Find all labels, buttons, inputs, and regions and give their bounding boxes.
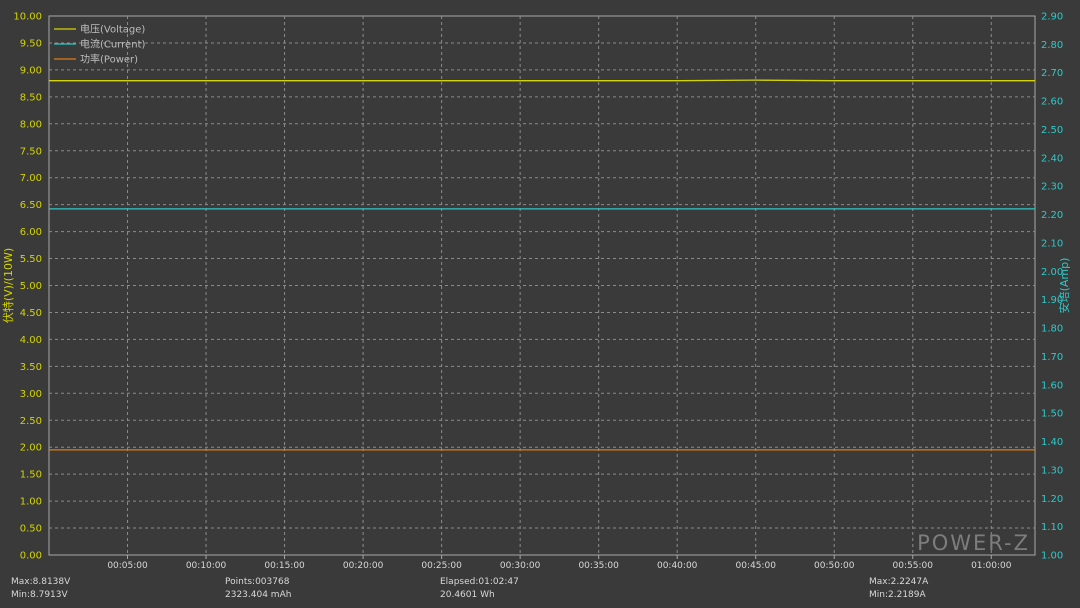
y-right-tick-label: 1.60 bbox=[1041, 380, 1063, 391]
point-count: Points:003768 bbox=[225, 577, 290, 587]
legend-label: 功率(Power) bbox=[80, 53, 138, 66]
elapsed-time: Elapsed:01:02:47 bbox=[440, 577, 519, 587]
y-left-tick-label: 1.00 bbox=[20, 497, 42, 508]
y-left-tick-label: 7.50 bbox=[20, 146, 42, 157]
x-tick-label: 00:20:00 bbox=[343, 561, 384, 571]
current-min: Min:2.2189A bbox=[869, 590, 926, 600]
y-right-tick-label: 2.70 bbox=[1041, 68, 1063, 79]
y-left-tick-label: 0.00 bbox=[20, 551, 42, 562]
y-right-tick-label: 2.60 bbox=[1041, 97, 1063, 108]
x-tick-label: 00:45:00 bbox=[736, 561, 777, 571]
y-left-tick-label: 10.00 bbox=[13, 12, 42, 23]
y-left-tick-label: 4.00 bbox=[20, 335, 42, 346]
y-left-tick-label: 8.00 bbox=[20, 119, 42, 130]
y-right-tick-label: 1.30 bbox=[1041, 465, 1063, 476]
voltage-max: Max:8.8138V bbox=[11, 577, 71, 587]
voltage-min: Min:8.7913V bbox=[11, 590, 68, 600]
legend-label: 电流(Current) bbox=[80, 38, 145, 51]
y-left-tick-label: 7.00 bbox=[20, 173, 42, 184]
y-right-tick-label: 2.20 bbox=[1041, 210, 1063, 221]
x-tick-label: 01:00:00 bbox=[971, 561, 1012, 571]
y-left-tick-label: 3.00 bbox=[20, 389, 42, 400]
y-left-tick-label: 9.50 bbox=[20, 38, 42, 49]
y-right-tick-label: 1.40 bbox=[1041, 437, 1063, 448]
x-tick-label: 00:35:00 bbox=[578, 561, 619, 571]
y-right-tick-label: 2.30 bbox=[1041, 182, 1063, 193]
point-stats: Points:003768 2323.404 mAh bbox=[225, 576, 291, 602]
y-right-tick-label: 2.10 bbox=[1041, 238, 1063, 249]
x-tick-label: 00:30:00 bbox=[500, 561, 541, 571]
x-tick-label: 00:10:00 bbox=[186, 561, 227, 571]
y-left-tick-label: 1.50 bbox=[20, 470, 42, 481]
y-right-tick-label: 1.50 bbox=[1041, 409, 1063, 420]
watermark-logo: POWER-Z bbox=[917, 531, 1030, 555]
energy-value: 20.4601 Wh bbox=[440, 590, 495, 600]
y-right-tick-label: 2.80 bbox=[1041, 40, 1063, 51]
y-left-tick-label: 2.50 bbox=[20, 416, 42, 427]
y-right-tick-label: 1.20 bbox=[1041, 494, 1063, 505]
y-left-tick-label: 4.50 bbox=[20, 308, 42, 319]
x-tick-label: 00:05:00 bbox=[107, 561, 148, 571]
y-right-tick-label: 2.40 bbox=[1041, 153, 1063, 164]
capacity-value: 2323.404 mAh bbox=[225, 590, 292, 600]
x-tick-label: 00:55:00 bbox=[893, 561, 934, 571]
y-left-tick-label: 5.00 bbox=[20, 281, 42, 292]
y-right-axis-title: 安培(Amp) bbox=[1057, 258, 1071, 314]
y-right-tick-label: 1.00 bbox=[1041, 551, 1063, 562]
y-left-tick-label: 3.50 bbox=[20, 362, 42, 373]
y-left-tick-label: 2.00 bbox=[20, 443, 42, 454]
y-left-tick-label: 8.50 bbox=[20, 92, 42, 103]
y-right-tick-label: 1.10 bbox=[1041, 522, 1063, 533]
y-left-tick-label: 6.50 bbox=[20, 200, 42, 211]
elapsed-stats: Elapsed:01:02:47 20.4601 Wh bbox=[440, 576, 519, 602]
y-right-tick-label: 1.80 bbox=[1041, 324, 1063, 335]
voltage-stats: Max:8.8138V Min:8.7913V bbox=[11, 576, 70, 602]
x-tick-label: 00:15:00 bbox=[264, 561, 305, 571]
x-tick-label: 00:50:00 bbox=[814, 561, 855, 571]
legend-label: 电压(Voltage) bbox=[80, 23, 145, 36]
y-left-tick-label: 5.50 bbox=[20, 254, 42, 265]
current-max: Max:2.2247A bbox=[869, 577, 929, 587]
y-left-tick-label: 9.00 bbox=[20, 65, 42, 76]
chart-canvas: 0.00 0.50 1.00 1.50 2.00 2.50 3.00 3.50 4.00 4.50… bbox=[1, 12, 1071, 572]
y-left-axis-title: 伏特(V)/(10W) bbox=[1, 248, 15, 323]
series-line bbox=[49, 79, 1035, 82]
x-tick-label: 00:25:00 bbox=[421, 561, 462, 571]
x-tick-label: 00:40:00 bbox=[657, 561, 698, 571]
y-right-tick-label: 1.70 bbox=[1041, 352, 1063, 363]
current-stats: Max:2.2247A Min:2.2189A bbox=[869, 576, 928, 602]
y-right-tick-label: 2.90 bbox=[1041, 12, 1063, 23]
y-right-tick-label: 2.50 bbox=[1041, 125, 1063, 136]
y-left-tick-label: 0.50 bbox=[20, 524, 42, 535]
y-left-tick-label: 6.00 bbox=[20, 227, 42, 238]
